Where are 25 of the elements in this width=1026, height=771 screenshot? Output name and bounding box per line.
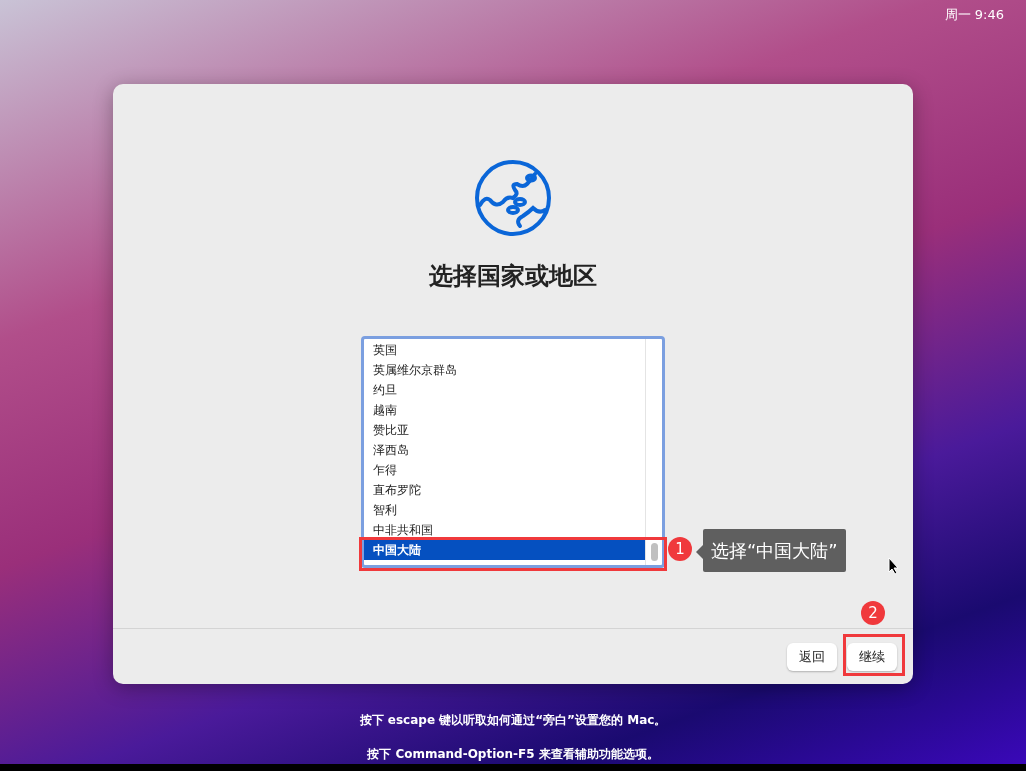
country-list[interactable]: 英国 英属维尔京群岛 约旦 越南 赞比亚 泽西岛 乍得 直布罗陀 智利 中非共和国 中国大陆 [361,336,665,568]
country-list-item[interactable]: 中非共和国 [364,520,645,540]
country-list-item[interactable]: 直布罗陀 [364,480,645,500]
country-list-item[interactable]: 约旦 [364,380,645,400]
footer-button[interactable]: 继续 [847,642,897,671]
step-number-badge: 2 [861,601,885,625]
hint-text: 按下 Command-Option-F5 来查看辅助功能选项。 [367,746,659,763]
country-list-item[interactable]: 智利 [364,500,645,520]
scrollbar-thumb[interactable] [650,543,658,561]
country-list-item[interactable]: 泽西岛 [364,440,645,460]
highlight-frame [843,634,905,676]
callout-tooltip: 选择“中国大陆” [703,529,846,572]
country-list-item[interactable]: 中国大陆 [364,540,645,560]
country-list-item[interactable]: 乍得 [364,460,645,480]
dialog-title: 选择国家或地区 [429,261,597,292]
menu-bar-clock: 周一 9:46 [944,6,1005,24]
mouse-pointer-icon [888,557,900,575]
country-list-item[interactable]: 赞比亚 [364,420,645,440]
country-list-item[interactable]: 英属维尔京群岛 [364,360,645,380]
country-list-item[interactable]: 英国 [364,340,645,360]
globe-icon [473,158,553,238]
step-number-badge: 1 [668,537,692,561]
country-list-item[interactable]: 越南 [364,400,645,420]
hint-text: 按下 escape 键以听取如何通过“旁白”设置您的 Mac。 [359,712,667,729]
footer-button[interactable]: 返回 [787,642,837,671]
